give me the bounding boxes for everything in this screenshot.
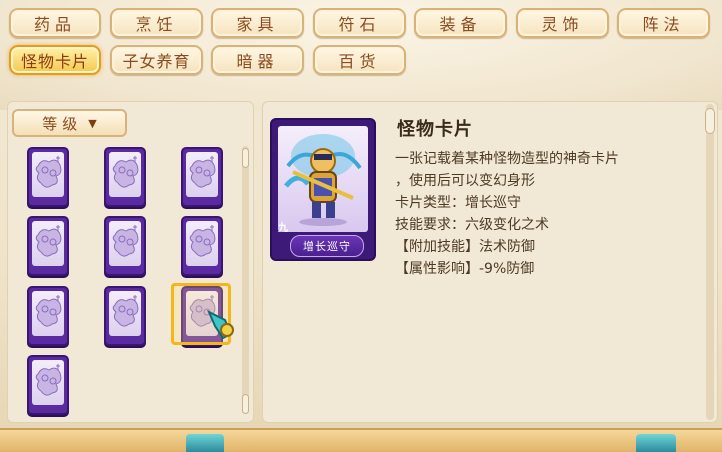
level-filter-dropdown[interactable]: 等级 ▼ <box>12 109 127 137</box>
monster-card-slot[interactable] <box>27 355 69 415</box>
pointer-cursor-icon <box>207 309 234 340</box>
card-face <box>186 152 218 197</box>
attribute-effect-line: 【属性影响】-9%防御 <box>395 261 535 277</box>
tab-general-goods[interactable]: 百货 <box>313 45 406 75</box>
card-face <box>32 152 64 197</box>
monster-card-preview: 九 增长巡守 <box>270 118 376 261</box>
tab-medicine[interactable]: 药品 <box>9 8 101 38</box>
detail-scrollbar[interactable] <box>706 104 714 420</box>
right-frame-ornament <box>636 434 676 452</box>
level-filter-label: 等级 <box>42 114 83 133</box>
tab-monster-card[interactable]: 怪物卡片 <box>9 45 101 75</box>
tab-accessory[interactable]: 灵饰 <box>516 8 609 38</box>
monster-card-slot[interactable] <box>27 216 69 276</box>
card-face <box>109 291 141 336</box>
card-face <box>186 221 218 266</box>
card-face <box>109 152 141 197</box>
monster-card-slot[interactable] <box>27 147 69 207</box>
monster-card-slot[interactable] <box>104 216 146 276</box>
triangle-down-icon: ▼ <box>88 116 97 130</box>
monster-portrait <box>278 126 368 232</box>
card-face <box>32 360 64 405</box>
card-list-scroll-thumb-bottom[interactable] <box>242 394 249 414</box>
monster-card-slot[interactable] <box>181 147 223 207</box>
monster-card-slot[interactable] <box>27 286 69 346</box>
card-face <box>32 221 64 266</box>
tab-hidden-weapon[interactable]: 暗器 <box>211 45 304 75</box>
tab-child-rearing[interactable]: 子女养育 <box>110 45 203 75</box>
skill-requirement-line: 技能要求：六级变化之术 <box>395 217 549 233</box>
card-face <box>32 291 64 336</box>
detail-scroll-thumb[interactable] <box>705 108 715 134</box>
extra-skill-line: 【附加技能】法术防御 <box>395 239 535 255</box>
tab-equipment[interactable]: 装备 <box>414 8 507 38</box>
monster-card-slot[interactable] <box>104 147 146 207</box>
bottom-frame <box>0 428 722 452</box>
left-frame-ornament <box>186 434 224 452</box>
card-list-scrollbar[interactable] <box>242 146 249 414</box>
tab-formation[interactable]: 阵法 <box>617 8 710 38</box>
item-title: 怪物卡片 <box>397 119 473 140</box>
monster-card-slot[interactable] <box>181 216 223 276</box>
card-face <box>109 221 141 266</box>
card-type-line: 卡片类型：增长巡守 <box>395 195 521 211</box>
card-list-scroll-thumb-top[interactable] <box>242 148 249 168</box>
monster-card-slot[interactable] <box>104 286 146 346</box>
tab-rune-stone[interactable]: 符石 <box>313 8 406 38</box>
description-line-2: ，使用后可以变幻身形 <box>395 173 535 189</box>
description-line-1: 一张记载着某种怪物造型的神奇卡片 <box>395 151 619 167</box>
tab-cooking[interactable]: 烹饪 <box>110 8 203 38</box>
card-number: 九 <box>278 223 288 234</box>
card-caption: 增长巡守 <box>290 235 364 257</box>
tab-furniture[interactable]: 家具 <box>211 8 304 38</box>
